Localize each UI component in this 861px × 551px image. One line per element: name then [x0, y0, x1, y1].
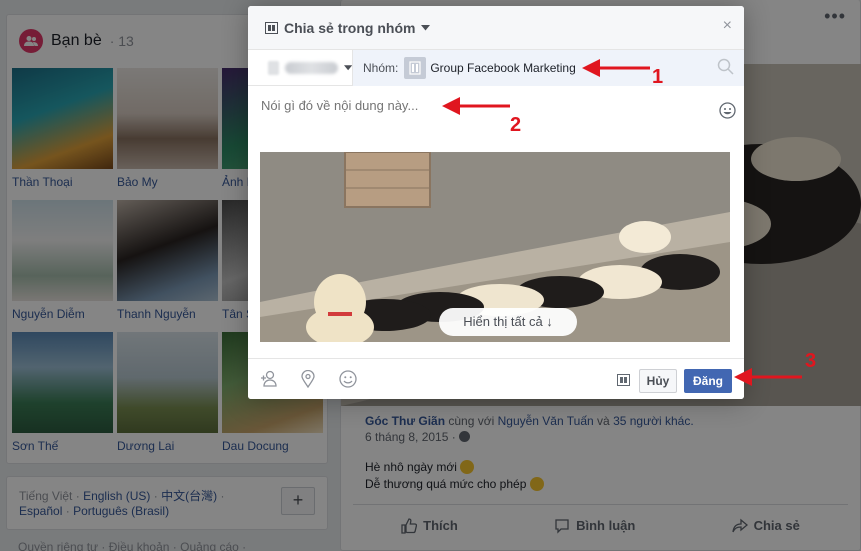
group-token[interactable]: Group Facebook Marketing [404, 57, 576, 79]
feeling-icon[interactable] [339, 370, 357, 388]
tag-friend-icon[interactable] [260, 370, 278, 388]
group-label: Nhóm: [363, 61, 399, 75]
search-icon[interactable] [717, 58, 734, 75]
identity-name-blurred [284, 62, 338, 74]
annotation-label-1: 1 [652, 66, 664, 88]
group-icon [265, 22, 278, 34]
share-target-selector[interactable]: Chia sẻ trong nhóm [265, 20, 431, 36]
location-icon[interactable] [301, 370, 315, 388]
post-button[interactable]: Đăng [684, 369, 732, 393]
dialog-footer: Hủy Đăng [248, 358, 744, 399]
show-all-button[interactable]: Hiển thị tất cả ↓ [439, 308, 577, 336]
caret-down-icon [421, 25, 431, 31]
caret-down-icon [343, 65, 352, 71]
annotation-label-3: 3 [805, 350, 817, 372]
identity-avatar [268, 61, 279, 75]
cancel-button[interactable]: Hủy [639, 369, 677, 393]
share-message-input[interactable] [261, 98, 681, 113]
group-field[interactable]: Nhóm: Group Facebook Marketing [353, 50, 744, 86]
close-icon[interactable]: × [723, 17, 732, 35]
share-dialog: Chia sẻ trong nhóm × Nhóm: Group Faceboo… [248, 6, 744, 399]
identity-selector[interactable] [248, 50, 353, 86]
annotation-label-2: 2 [510, 114, 522, 136]
group-avatar-icon [404, 57, 427, 79]
shared-link-preview[interactable]: Hiển thị tất cả ↓ [260, 152, 730, 342]
audience-icon[interactable] [617, 374, 630, 386]
audience-row: Nhóm: Group Facebook Marketing [248, 50, 744, 86]
dialog-title: Chia sẻ trong nhóm [284, 20, 416, 36]
group-name: Group Facebook Marketing [430, 61, 576, 75]
dialog-header: Chia sẻ trong nhóm × [248, 6, 744, 50]
emoji-icon[interactable] [719, 102, 736, 119]
